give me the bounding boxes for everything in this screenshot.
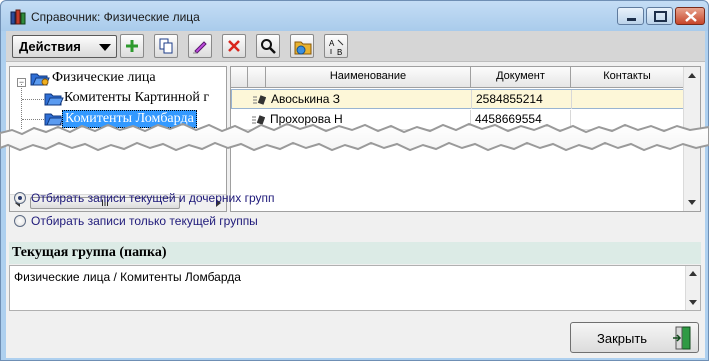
search-button[interactable] xyxy=(256,34,280,58)
copy-icon xyxy=(159,38,173,54)
client-area: Действия AB − Физические лица Комитенты … xyxy=(6,31,705,358)
path-vertical-scrollbar[interactable] xyxy=(685,266,700,310)
current-group-path-box: Физические лица / Комитенты Ломбарда xyxy=(9,265,701,311)
column-header-document[interactable]: Документ xyxy=(471,67,571,88)
close-button-label: Закрыть xyxy=(597,331,648,346)
sort-button[interactable]: AB xyxy=(324,34,348,58)
actions-label: Действия xyxy=(19,39,81,54)
chevron-down-icon xyxy=(99,44,111,51)
header-icon-cell xyxy=(248,67,266,88)
current-group-path: Физические лица / Комитенты Ломбарда xyxy=(14,270,241,284)
column-header-contacts[interactable]: Контакты xyxy=(571,67,684,88)
filter-option-children[interactable]: Отбирать записи текущей и дочерних групп xyxy=(14,189,314,207)
search-icon xyxy=(261,39,276,54)
torn-edge-overlay xyxy=(0,122,709,152)
filter-option-label: Отбирать записи текущей и дочерних групп xyxy=(31,191,275,205)
tree-root-label: Физические лица xyxy=(52,70,156,85)
sort-icon: AB xyxy=(329,39,344,56)
current-group-header: Текущая группа (папка) xyxy=(9,242,701,264)
delete-icon xyxy=(228,40,240,52)
exit-door-icon xyxy=(673,326,691,350)
column-header-name[interactable]: Наименование xyxy=(266,67,471,88)
close-window-button[interactable] xyxy=(675,7,705,25)
header-marker-cell xyxy=(231,67,248,88)
actions-menu-button[interactable]: Действия xyxy=(12,35,117,58)
edit-button[interactable] xyxy=(188,34,212,58)
edit-icon xyxy=(193,41,207,54)
app-window: Справочник: Физические лица Действия A B… xyxy=(0,0,709,361)
window-title: Справочник: Физические лица xyxy=(31,10,200,24)
copy-button[interactable] xyxy=(154,34,178,58)
maximize-icon xyxy=(654,11,667,22)
scroll-down-icon[interactable] xyxy=(689,298,697,306)
refresh-button[interactable] xyxy=(290,34,314,58)
radio-button[interactable] xyxy=(14,215,26,227)
svg-text:A: A xyxy=(329,39,335,48)
title-bar: Справочник: Физические лица xyxy=(1,1,708,31)
scroll-up-icon[interactable] xyxy=(689,270,697,278)
minimize-button[interactable] xyxy=(617,7,644,25)
close-icon xyxy=(685,11,697,22)
minimize-icon xyxy=(627,18,636,21)
close-button[interactable]: Закрыть xyxy=(570,322,699,353)
svg-text:B: B xyxy=(337,48,342,56)
delete-button[interactable] xyxy=(222,34,246,58)
refresh-icon xyxy=(294,41,312,55)
maximize-button[interactable] xyxy=(646,7,673,25)
filter-option-current[interactable]: Отбирать записи только текущей группы xyxy=(14,212,314,230)
add-icon xyxy=(126,40,138,52)
toolbar: Действия AB xyxy=(6,31,705,62)
books-icon xyxy=(10,9,26,25)
scroll-up-icon[interactable] xyxy=(688,72,696,80)
table-header: Наименование Документ Контакты xyxy=(231,67,684,88)
scroll-down-icon[interactable] xyxy=(688,198,696,206)
tree-item-root[interactable]: − Физические лица xyxy=(10,69,226,89)
filter-option-label: Отбирать записи только текущей группы xyxy=(31,214,258,228)
add-button[interactable] xyxy=(120,34,144,58)
radio-button-selected[interactable] xyxy=(14,192,26,204)
folder-open-icon xyxy=(30,73,50,86)
